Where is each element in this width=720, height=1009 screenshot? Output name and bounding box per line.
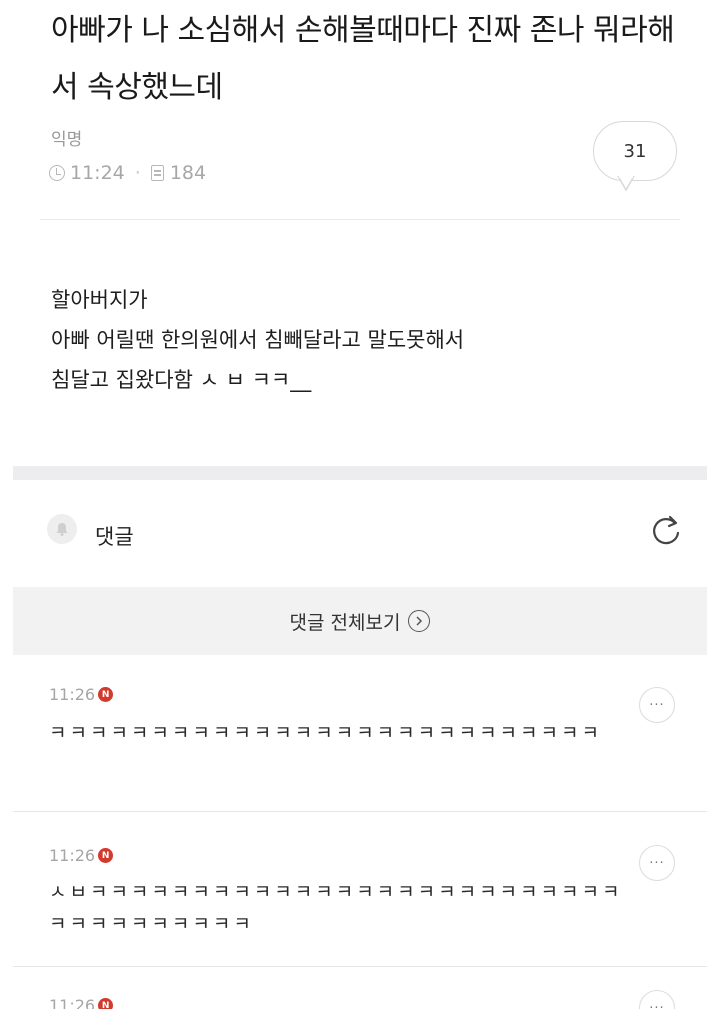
- body-line: 아빠 어릴땐 한의원에서 침빼달라고 말도못해서: [51, 328, 465, 352]
- comments-title: 댓글: [95, 525, 134, 549]
- more-icon: ···: [649, 855, 665, 871]
- comment-item: 11:26 N: [13, 990, 707, 1009]
- bell-icon[interactable]: [47, 514, 77, 544]
- new-badge: N: [98, 998, 114, 1009]
- comment-more-button[interactable]: ···: [639, 845, 675, 881]
- comment-count: 31: [623, 140, 647, 162]
- body-line: 할아버지가: [51, 288, 148, 312]
- chevron-right-icon: [408, 610, 431, 632]
- view-count: 184: [169, 162, 207, 184]
- post-title: 아빠가 나 소심해서 손해볼때마다 진짜 존나 뭐라해서 속상했느데: [51, 13, 675, 105]
- comment-item: 11:26 N ㅋㅋㅋㅋㅋㅋㅋㅋㅋㅋㅋㅋㅋㅋㅋㅋㅋㅋㅋㅋㅋㅋㅋㅋㅋㅋㅋ: [13, 672, 707, 807]
- author-name: 익명: [51, 130, 83, 150]
- comment-time: 11:26 N: [49, 996, 114, 1009]
- new-badge: N: [98, 848, 114, 863]
- comment-divider: [13, 966, 707, 967]
- body-line: 침달고 집왔다함 ㅅ ㅂ ㅋㅋ__: [51, 368, 312, 392]
- comment-text: ㅋㅋㅋㅋㅋㅋㅋㅋㅋㅋㅋㅋㅋㅋㅋㅋㅋㅋㅋㅋㅋㅋㅋㅋㅋㅋㅋ: [49, 722, 602, 744]
- comment-item: 11:26 N ㅅㅂㅋㅋㅋㅋㅋㅋㅋㅋㅋㅋㅋㅋㅋㅋㅋㅋㅋㅋㅋㅋㅋㅋㅋㅋㅋㅋㅋㅋㅋㅋ…: [13, 835, 707, 965]
- speech-bubble-tail-icon: [617, 176, 635, 192]
- post-header: 아빠가 나 소심해서 손해볼때마다 진짜 존나 뭐라해서 속상했느데 익명 11…: [0, 0, 720, 222]
- comment-more-button[interactable]: ···: [639, 687, 675, 723]
- post-meta: 11:24 · 184: [49, 162, 206, 184]
- post-body: 할아버지가 아빠 어릴땐 한의원에서 침빼달라고 말도못해서 침달고 집왔다함 …: [51, 280, 691, 400]
- comment-time: 11:26 N: [49, 685, 114, 704]
- meta-separator: ·: [134, 162, 141, 184]
- comment-time-text: 11:26: [49, 685, 96, 704]
- header-divider: [40, 219, 680, 220]
- comment-time-text: 11:26: [49, 996, 96, 1009]
- clock-icon: [49, 165, 65, 181]
- section-separator: [13, 466, 707, 480]
- refresh-icon[interactable]: [648, 513, 684, 549]
- view-all-comments-button[interactable]: 댓글 전체보기: [13, 587, 707, 655]
- view-all-label: 댓글 전체보기: [289, 611, 401, 634]
- post-time: 11:24: [70, 162, 125, 184]
- post-page: 아빠가 나 소심해서 손해볼때마다 진짜 존나 뭐라해서 속상했느데 익명 11…: [0, 0, 720, 1009]
- comment-divider: [13, 811, 707, 812]
- more-icon: ···: [649, 697, 665, 713]
- comment-text: ㅅㅂㅋㅋㅋㅋㅋㅋㅋㅋㅋㅋㅋㅋㅋㅋㅋㅋㅋㅋㅋㅋㅋㅋㅋㅋㅋㅋㅋㅋㅋㅋㅋㅋㅋㅋㅋㅋ: [49, 881, 623, 935]
- new-badge: N: [98, 687, 114, 702]
- comment-time-text: 11:26: [49, 846, 96, 865]
- more-icon: ···: [649, 1000, 665, 1009]
- comment-time: 11:26 N: [49, 846, 114, 865]
- views-icon: [150, 165, 164, 181]
- comment-count-button[interactable]: 31: [593, 121, 677, 181]
- bell-glyph-icon: [56, 523, 68, 536]
